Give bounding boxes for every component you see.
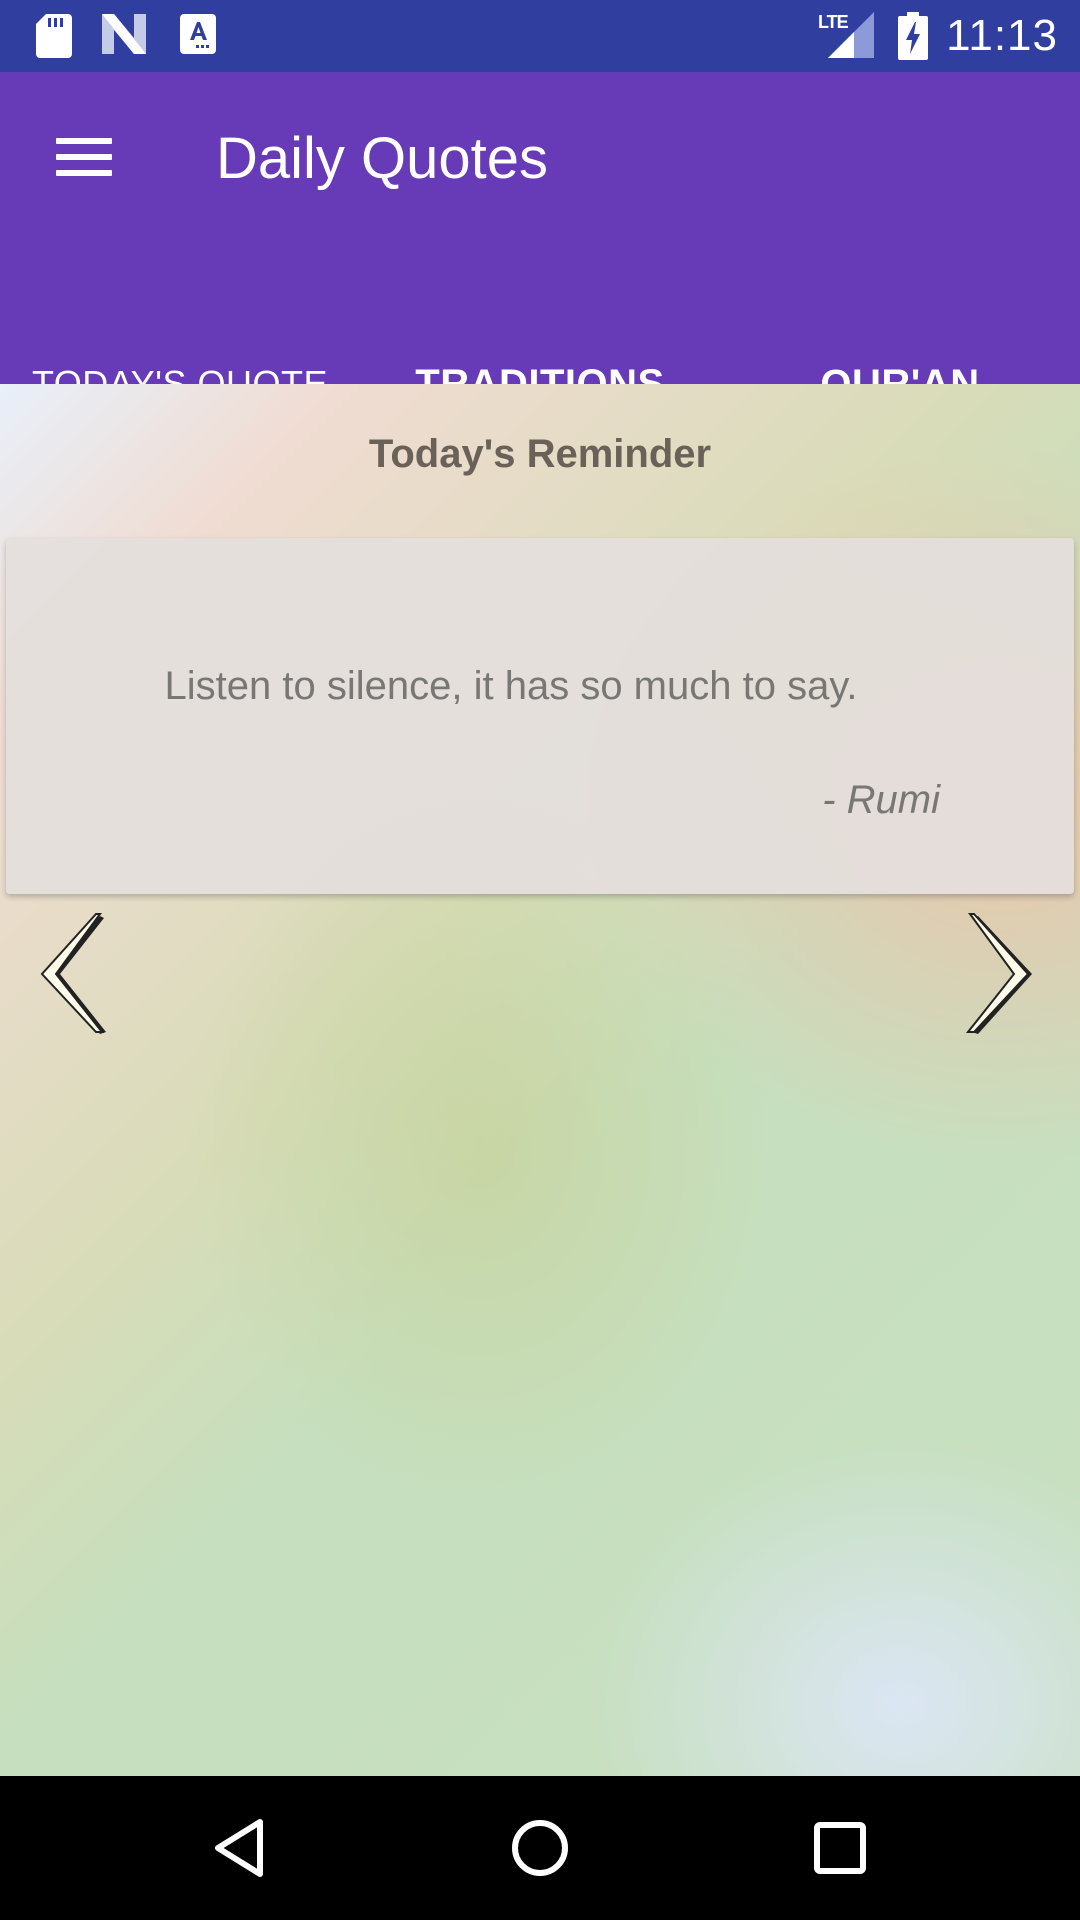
reminder-heading: Today's Reminder [368,432,712,476]
status-bar: LTE 11:13 [0,0,1080,72]
back-button[interactable] [204,1812,276,1884]
home-circle-icon [512,1820,568,1876]
next-quote-button[interactable] [965,912,1036,1038]
sd-card-icon [36,14,72,58]
home-button[interactable] [504,1812,576,1884]
recents-button[interactable] [804,1812,876,1884]
navigation-bar [0,1776,1080,1920]
quote-card: Listen to silence, it has so much to say… [6,538,1074,894]
lte-signal-icon: LTE [818,12,874,58]
battery-charging-icon [898,12,928,60]
lte-label: LTE [818,12,849,32]
screen: LTE 11:13 Daily Quotes TODAY'S QUOTE TRA… [0,0,1080,1920]
menu-button[interactable] [40,120,130,192]
text-a-icon [180,14,216,54]
quote-text: Listen to silence, it has so much to say… [164,664,858,708]
recents-square-icon [814,1822,866,1874]
content-area: Today's Reminder Listen to silence, it h… [0,384,1080,1776]
status-time: 11:13 [946,11,1058,60]
app-title: Daily Quotes [216,126,549,191]
app-bar: Daily Quotes TODAY'S QUOTE TRADITIONS QU… [0,72,1080,456]
chevron-left-icon [40,913,106,1034]
n-logo-icon [102,14,146,54]
back-triangle-icon [215,1819,263,1877]
chevron-right-icon [965,913,1032,1034]
quote-author: - Rumi [822,778,940,822]
previous-quote-button[interactable] [38,912,108,1038]
